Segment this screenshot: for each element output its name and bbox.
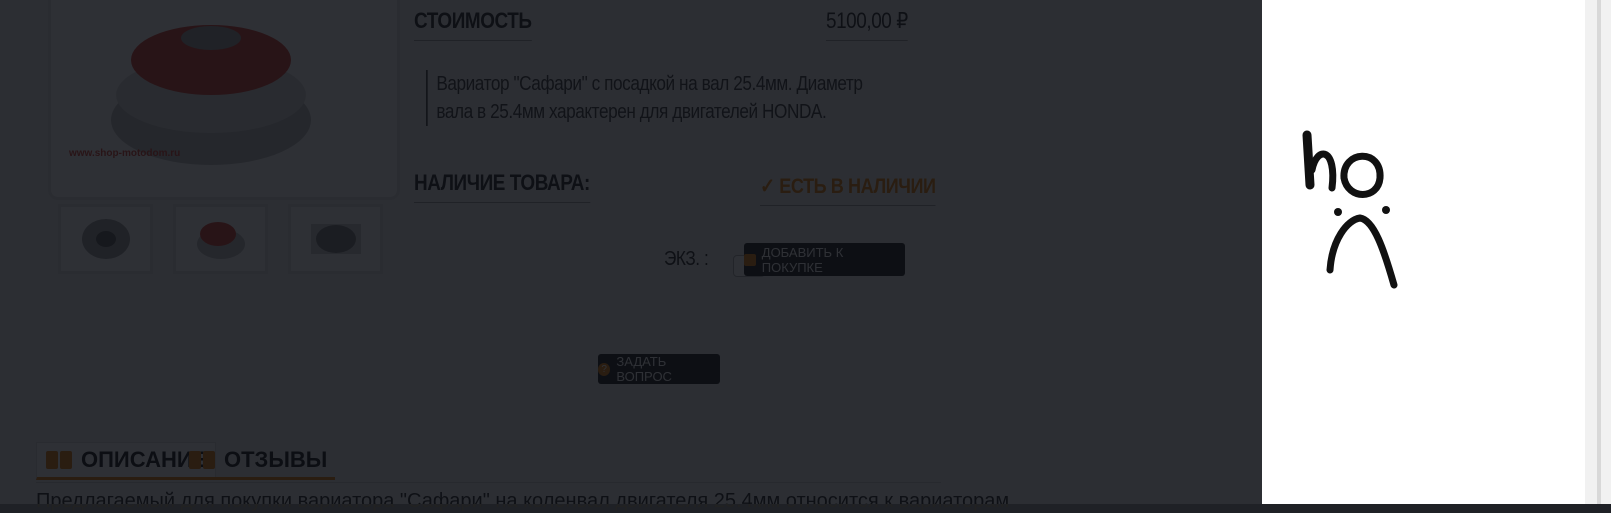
quantity-label: ЭКЗ. :: [664, 248, 709, 270]
availability-status: ✓ ЕСТЬ В НАЛИЧИИ: [760, 174, 936, 206]
lock-icon: [744, 253, 756, 266]
ask-question-button[interactable]: ? ЗАДАТЬ ВОПРОС: [598, 354, 720, 384]
scrollbar-thumb[interactable]: [1597, 0, 1601, 504]
add-to-cart-button[interactable]: ДОБАВИТЬ К ПОКУПКЕ: [744, 243, 905, 276]
watermark: www.shop-motodom.ru: [69, 148, 181, 159]
availability-label: НАЛИЧИЕ ТОВАРА:: [414, 170, 590, 203]
description-text: Предлагаемый для покупки вариатора "Сафа…: [36, 490, 1010, 512]
book-icon: [45, 449, 73, 471]
thumbnail-1[interactable]: [58, 204, 153, 274]
variator-image: [111, 25, 311, 165]
loading-indicator: [1262, 0, 1585, 504]
question-icon: ?: [598, 362, 611, 376]
thumbnail-2[interactable]: [173, 204, 268, 274]
page: www.shop-motodom.ru СТОИМОСТЬ 5100,00 ₽ …: [0, 0, 1611, 512]
product-page: www.shop-motodom.ru СТОИМОСТЬ 5100,00 ₽ …: [0, 0, 1262, 512]
cost-label: СТОИМОСТЬ: [414, 8, 532, 41]
product-tabs: ОПИСАНИЕ ОТЗЫВЫ: [36, 442, 941, 483]
thumbnail-3[interactable]: [288, 204, 383, 274]
product-description: Вариатор "Сафари" с посадкой на вал 25.4…: [426, 70, 866, 126]
product-main-image[interactable]: www.shop-motodom.ru: [48, 0, 400, 200]
tab-reviews-label: ОТЗЫВЫ: [224, 446, 328, 472]
add-to-cart-label: ДОБАВИТЬ К ПОКУПКЕ: [761, 244, 844, 275]
ask-question-label: ЗАДАТЬ ВОПРОС: [616, 354, 672, 384]
book-icon: [188, 449, 216, 471]
price-value: 5100,00 ₽: [826, 8, 908, 41]
stick-figure-drawing: [1302, 130, 1398, 289]
tab-reviews[interactable]: ОТЗЫВЫ: [180, 442, 336, 480]
